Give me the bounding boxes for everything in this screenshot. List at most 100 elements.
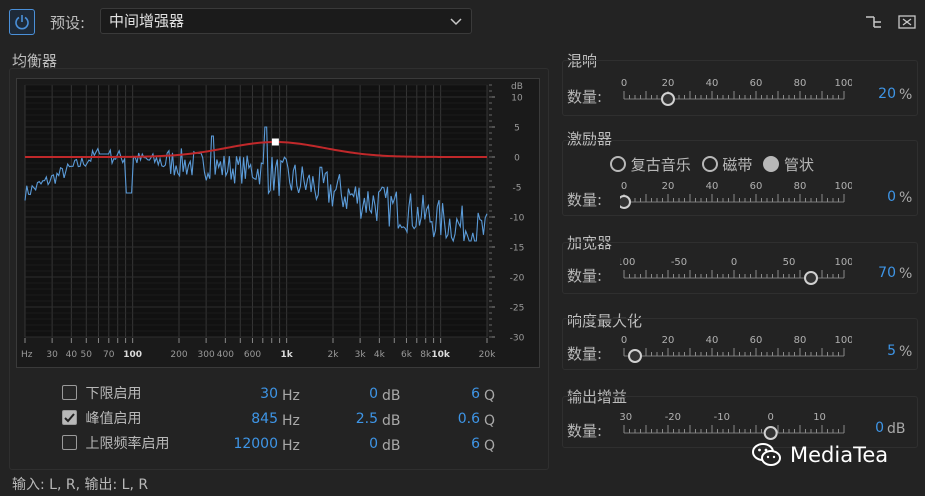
routing-icon[interactable] xyxy=(864,13,884,31)
output-gain-slider[interactable]: -30 -20 -10 0 10 xyxy=(616,410,852,442)
low-db-value[interactable]: 0 xyxy=(330,386,378,402)
slider-scale-label: 0 xyxy=(621,78,627,89)
slider-scale-label: 20 xyxy=(662,181,675,192)
output-gain-amount-label: 数量: xyxy=(567,422,603,440)
slider-track[interactable]: 0 20 40 60 80 100 xyxy=(620,76,854,108)
db-tick-label: 10 xyxy=(511,94,523,104)
reverb-slider[interactable]: 0 20 40 60 80 100 xyxy=(620,76,854,108)
widener-slider[interactable]: -100 -50 0 50 100 xyxy=(613,255,854,287)
tape-radio[interactable] xyxy=(701,156,718,172)
slider-scale-label: 10 xyxy=(813,412,826,423)
preset-label: 预设: xyxy=(50,14,86,32)
high-cut-label: 上限频率启用 xyxy=(85,436,170,452)
io-status: 输入: L, R, 输出: L, R xyxy=(12,477,149,493)
db-tick-label: -20 xyxy=(510,274,525,284)
slider-scale-label: 40 xyxy=(706,335,719,346)
peak-checkbox[interactable] xyxy=(62,410,77,425)
watermark: MediaTea xyxy=(752,442,888,468)
peak-q-value[interactable]: 0.6 xyxy=(440,411,480,427)
eq-row-peak: 峰值启用 xyxy=(62,410,141,430)
low-hz-value[interactable]: 30 xyxy=(220,386,278,402)
freq-tick-label: 400 xyxy=(217,350,234,360)
freq-tick-label: 8k xyxy=(420,350,432,360)
hz-unit: Hz xyxy=(282,413,300,429)
exciter-value[interactable]: 0 xyxy=(862,189,896,205)
checkmark-icon xyxy=(64,413,75,423)
high-q-value[interactable]: 6 xyxy=(440,436,480,452)
db-tick-label: 0 xyxy=(514,154,520,164)
db-tick-label: -5 xyxy=(513,184,522,194)
freq-tick-label: Hz xyxy=(21,350,33,360)
preset-value: 中间增强器 xyxy=(109,12,185,30)
db-unit-label: dB xyxy=(511,82,523,92)
slider-scale-label: -100 xyxy=(620,257,635,268)
slider-track[interactable]: -100 -50 0 50 100 xyxy=(613,255,854,287)
low-cut-label: 下限启用 xyxy=(85,386,142,402)
q-unit: Q xyxy=(484,438,496,454)
slider-scale-label: 20 xyxy=(662,78,675,89)
loudness-slider[interactable]: 0 20 40 60 80 100 xyxy=(620,333,854,365)
preset-select[interactable]: 中间增强器 xyxy=(100,8,472,34)
db-tick-label: -10 xyxy=(510,214,525,224)
high-db-value[interactable]: 0 xyxy=(330,436,378,452)
db-unit: dB xyxy=(382,413,401,429)
high-cut-checkbox[interactable] xyxy=(62,435,77,450)
slider-track[interactable]: -30 -20 -10 0 10 xyxy=(616,410,852,442)
slider-scale-label: 20 xyxy=(662,335,675,346)
slider-scale-label: 0 xyxy=(731,257,737,268)
high-hz-value[interactable]: 12000 xyxy=(220,436,278,452)
hz-unit: Hz xyxy=(282,388,300,404)
peak-hz-value[interactable]: 845 xyxy=(220,411,278,427)
slider-knob[interactable] xyxy=(763,426,778,440)
exciter-amount-label: 数量: xyxy=(567,191,603,209)
low-cut-checkbox[interactable] xyxy=(62,385,77,400)
db-tick-label: -30 xyxy=(510,334,525,344)
freq-tick-label: 300 xyxy=(198,350,215,360)
slider-scale-label: 40 xyxy=(706,78,719,89)
output-gain-unit: dB xyxy=(887,421,906,437)
slider-track[interactable]: 0 20 40 60 80 100 xyxy=(620,333,854,365)
freq-tick-label: 30 xyxy=(46,350,58,360)
freq-tick-label: 50 xyxy=(81,350,93,360)
slider-scale-label: 100 xyxy=(834,78,852,89)
exciter-unit: % xyxy=(899,190,913,206)
widener-value[interactable]: 70 xyxy=(862,265,896,281)
slider-scale-label: 80 xyxy=(794,181,807,192)
freq-tick-label: 4k xyxy=(374,350,386,360)
power-icon xyxy=(15,15,29,30)
slider-scale-label: -30 xyxy=(620,412,632,423)
remove-effect-icon[interactable] xyxy=(898,13,916,31)
slider-scale-label: 0 xyxy=(621,181,627,192)
hz-unit: Hz xyxy=(282,438,300,454)
q-unit: Q xyxy=(484,388,496,404)
slider-scale-label: -50 xyxy=(671,257,687,268)
slider-knob[interactable] xyxy=(661,92,675,106)
peak-db-value[interactable]: 2.5 xyxy=(330,411,378,427)
output-gain-value[interactable]: 0 xyxy=(862,420,884,436)
exciter-modes: 复古音乐 磁带 管状 xyxy=(610,154,814,175)
power-button[interactable] xyxy=(9,9,35,35)
widener-amount-label: 数量: xyxy=(567,267,603,285)
q-unit: Q xyxy=(484,413,496,429)
eq-graph[interactable]: 10 5 0 -5 -10 -15 -20 -25 -30 dB Hz 30 40 50 70 100 200 3… xyxy=(16,78,540,368)
peak-handle[interactable] xyxy=(271,138,279,146)
wechat-icon xyxy=(752,443,781,466)
vintage-radio[interactable] xyxy=(610,156,626,172)
vintage-label: 复古音乐 xyxy=(630,156,691,174)
low-q-value[interactable]: 6 xyxy=(440,386,480,402)
db-tick-label: 5 xyxy=(514,124,520,134)
eq-graph-svg[interactable]: 1050-5-10-15-20-25-30dBHz 30 40 50 70 100 200 3… xyxy=(17,79,539,367)
exciter-slider[interactable]: 0 20 40 60 80 100 xyxy=(617,179,854,211)
reverb-value[interactable]: 20 xyxy=(862,86,896,102)
loudness-value[interactable]: 5 xyxy=(862,343,896,359)
slider-knob[interactable] xyxy=(617,195,631,209)
slider-scale-label: 80 xyxy=(794,78,807,89)
freq-tick-label: 1k xyxy=(281,350,294,360)
db-tick-label: -15 xyxy=(510,244,525,254)
db-unit: dB xyxy=(382,388,401,404)
freq-tick-label: 70 xyxy=(103,350,115,360)
tube-radio[interactable] xyxy=(763,156,780,172)
slider-knob[interactable] xyxy=(804,271,818,285)
slider-track[interactable]: 0 20 40 60 80 100 xyxy=(617,179,854,211)
slider-knob[interactable] xyxy=(628,349,642,363)
